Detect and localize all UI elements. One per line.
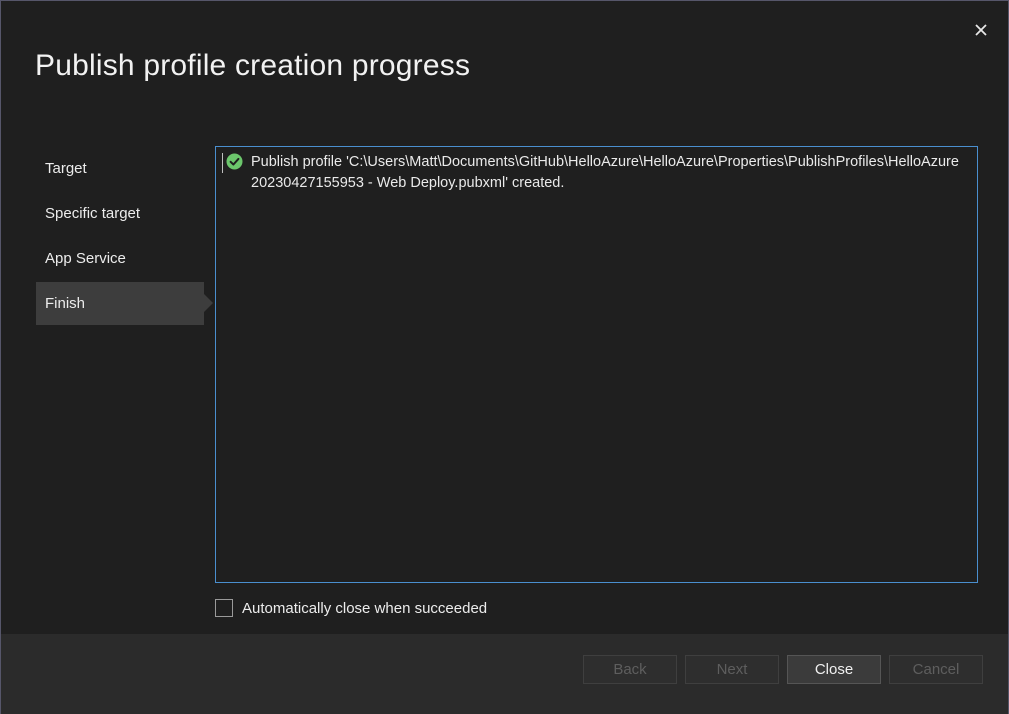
dialog-footer: Back Next Close Cancel bbox=[1, 634, 1008, 714]
back-button[interactable]: Back bbox=[583, 655, 677, 684]
step-target[interactable]: Target bbox=[36, 147, 204, 190]
step-label: Target bbox=[45, 160, 87, 177]
next-button[interactable]: Next bbox=[685, 655, 779, 684]
auto-close-option[interactable]: Automatically close when succeeded bbox=[215, 599, 487, 617]
success-check-icon bbox=[226, 153, 243, 170]
cancel-button[interactable]: Cancel bbox=[889, 655, 983, 684]
step-app-service[interactable]: App Service bbox=[36, 237, 204, 280]
close-button[interactable]: Close bbox=[787, 655, 881, 684]
step-specific-target[interactable]: Specific target bbox=[36, 192, 204, 235]
close-icon[interactable] bbox=[970, 19, 992, 41]
step-label: Specific target bbox=[45, 205, 141, 222]
step-finish[interactable]: Finish bbox=[36, 282, 213, 325]
step-label: Finish bbox=[45, 295, 86, 312]
auto-close-label: Automatically close when succeeded bbox=[242, 599, 488, 617]
step-label: App Service bbox=[45, 250, 126, 267]
publish-dialog: Publish profile creation progress Target… bbox=[0, 0, 1009, 714]
log-entry: Publish profile 'C:\Users\Matt\Documents… bbox=[226, 152, 965, 194]
text-caret bbox=[222, 153, 223, 173]
progress-log[interactable]: Publish profile 'C:\Users\Matt\Documents… bbox=[215, 146, 978, 583]
wizard-steps: Target Specific target App Service Finis… bbox=[36, 147, 214, 327]
dialog-title: Publish profile creation progress bbox=[35, 49, 471, 82]
auto-close-checkbox[interactable] bbox=[215, 599, 233, 617]
log-entry-text: Publish profile 'C:\Users\Matt\Documents… bbox=[251, 154, 959, 191]
